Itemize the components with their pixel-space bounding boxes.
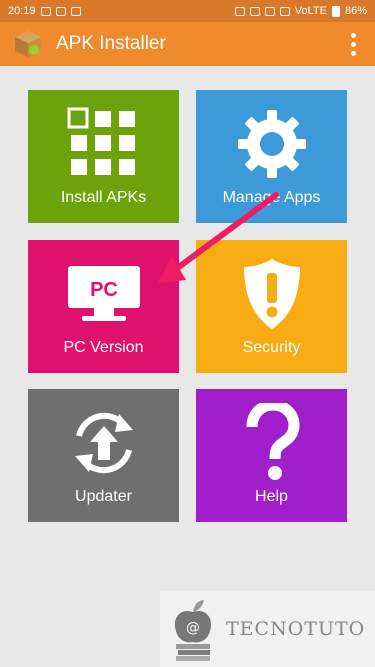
pc-version-label: PC Version [63,339,144,356]
security-label: Security [242,339,301,356]
manage-apps-tile[interactable]: Manage Apps [196,90,347,223]
grid-icon [28,104,179,184]
alarm-icon [40,6,51,16]
security-tile[interactable]: Security [196,240,347,373]
help-label: Help [255,488,288,505]
shield-alert-icon [196,254,347,334]
clock-icon [249,6,260,16]
app-title: APK Installer [56,33,166,54]
apple-books-logo-icon: @ [174,600,212,661]
vibrate-icon [234,6,245,16]
overflow-menu-icon[interactable] [343,29,363,59]
install-apks-label: Install APKs [60,189,147,206]
install-apks-tile[interactable]: Install APKs [28,90,179,223]
battery-level: 86% [344,5,367,17]
battery-icon [331,5,340,17]
signal-icon [279,6,290,16]
refresh-upload-icon [28,403,179,483]
gear-icon [196,104,347,184]
status-time: 20:19 [8,5,36,17]
monitor-pc-icon: PC [28,254,179,334]
apk-box-logo-icon [15,31,41,57]
watermark: @ TECNOTUTO [160,591,375,667]
notification-icon [55,6,66,16]
help-tile[interactable]: Help [196,389,347,522]
message-icon [70,6,81,16]
status-left: 20:19 [8,5,81,17]
network-label: VoLTE [294,5,327,17]
question-mark-icon [196,403,347,483]
status-right: VoLTE 86% [234,5,367,17]
watermark-text: TECNOTUTO [226,618,366,640]
pc-version-tile[interactable]: PC PC Version [28,240,179,373]
wifi-icon [264,6,275,16]
updater-label: Updater [75,488,132,505]
status-bar: 20:19 VoLTE 86% [0,0,375,22]
monitor-pc-text: PC [90,279,118,301]
manage-apps-label: Manage Apps [222,189,321,206]
updater-tile[interactable]: Updater [28,389,179,522]
app-bar: APK Installer [0,22,375,66]
svg-text:@: @ [186,620,200,636]
